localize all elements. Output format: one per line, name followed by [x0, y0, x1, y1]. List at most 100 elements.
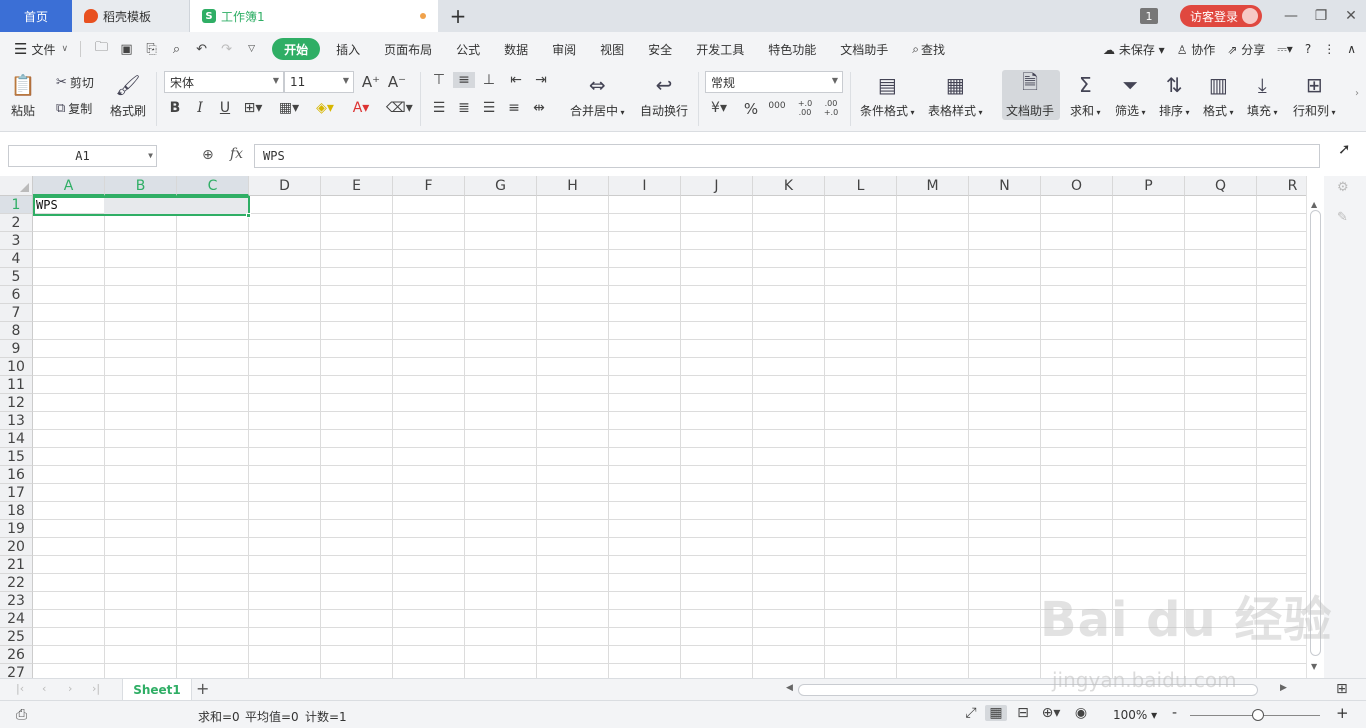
row-header-1[interactable]: 1: [0, 196, 33, 214]
scroll-right-icon[interactable]: ▶: [1280, 683, 1287, 693]
normal-view-icon[interactable]: ▦: [985, 705, 1007, 721]
rows-cols-button[interactable]: ⊞ 行和列 ▾: [1293, 72, 1336, 119]
spreadsheet-grid[interactable]: ABCDEFGHIJKLMNOPQR 1 2 3 4 5 6 7 8 9 10 11 12 13 14 15…: [0, 176, 1306, 678]
vertical-scroll-thumb[interactable]: [1310, 210, 1321, 656]
column-header-d[interactable]: D: [249, 176, 321, 196]
filter-button[interactable]: ⏷ 筛选 ▾: [1115, 72, 1146, 119]
row-header-2[interactable]: 2: [0, 214, 33, 232]
row-header-13[interactable]: 13: [0, 412, 33, 430]
window-count-badge[interactable]: 1: [1139, 8, 1158, 24]
row-header-12[interactable]: 12: [0, 394, 33, 412]
formula-input[interactable]: WPS: [254, 144, 1320, 168]
row-header-10[interactable]: 10: [0, 358, 33, 376]
indent-increase-icon[interactable]: ⇥: [530, 72, 552, 88]
export-pdf-icon[interactable]: ⎘: [139, 42, 164, 57]
cell-style-icon[interactable]: ▦▾: [278, 100, 300, 116]
font-color-icon[interactable]: A▾: [350, 100, 372, 116]
conditional-format-button[interactable]: ▤ 条件格式 ▾: [860, 72, 915, 119]
column-header-l[interactable]: L: [825, 176, 897, 196]
zoom-out-button[interactable]: -: [1172, 705, 1177, 721]
increase-decimal-button[interactable]: +.0 .00: [794, 99, 816, 117]
reading-mode-icon[interactable]: ⊕▾: [1040, 705, 1062, 721]
scroll-down-icon[interactable]: ▼: [1311, 662, 1317, 671]
tab-developer[interactable]: 开发工具: [684, 38, 756, 60]
borders-icon[interactable]: ⊞▾: [242, 100, 264, 116]
row-header-9[interactable]: 9: [0, 340, 33, 358]
tab-formulas[interactable]: 公式: [444, 38, 492, 60]
save-icon[interactable]: ▣: [114, 42, 139, 57]
increase-font-icon[interactable]: A⁺: [360, 73, 382, 91]
row-header-11[interactable]: 11: [0, 376, 33, 394]
select-cursor-icon[interactable]: ➚: [1338, 140, 1351, 158]
row-header-16[interactable]: 16: [0, 466, 33, 484]
restore-button[interactable]: ❐: [1306, 8, 1336, 24]
cell-area[interactable]: [33, 196, 1306, 678]
align-center-icon[interactable]: ≣: [453, 100, 475, 116]
column-header-g[interactable]: G: [465, 176, 537, 196]
sum-button[interactable]: Σ 求和 ▾: [1070, 72, 1101, 119]
search-button[interactable]: ⌕ 查找: [900, 38, 957, 60]
align-top-icon[interactable]: ⊤: [428, 72, 450, 88]
column-header-i[interactable]: I: [609, 176, 681, 196]
font-size-select[interactable]: 11 ▼: [284, 71, 354, 93]
column-header-n[interactable]: N: [969, 176, 1041, 196]
thousands-button[interactable]: 000: [766, 101, 788, 111]
tab-doc-helper[interactable]: 文档助手: [828, 38, 900, 60]
wrap-text-button[interactable]: ↩ 自动换行: [640, 72, 688, 119]
doc-helper-button[interactable]: 🗎 文档助手: [1006, 70, 1054, 119]
fill-handle[interactable]: [246, 213, 251, 218]
format-painter-button[interactable]: 🖌 格式刷: [110, 72, 146, 119]
row-header-6[interactable]: 6: [0, 286, 33, 304]
decrease-font-icon[interactable]: A⁻: [386, 73, 408, 91]
tab-data[interactable]: 数据: [492, 38, 540, 60]
last-sheet-icon[interactable]: ›|: [92, 682, 100, 695]
row-header-14[interactable]: 14: [0, 430, 33, 448]
tab-security[interactable]: 安全: [636, 38, 684, 60]
macro-record-icon[interactable]: ⎙: [16, 707, 27, 723]
first-sheet-icon[interactable]: |‹: [16, 682, 24, 695]
tab-workbook[interactable]: S 工作簿1: [190, 0, 438, 32]
customize-toolbar-icon[interactable]: ▽: [239, 44, 264, 54]
zoom-formula-icon[interactable]: ⊕: [202, 147, 214, 163]
column-header-h[interactable]: H: [537, 176, 609, 196]
italic-button[interactable]: I: [189, 100, 211, 116]
tab-page-layout[interactable]: 页面布局: [372, 38, 444, 60]
cut-button[interactable]: ✂ 剪切: [56, 74, 94, 91]
help-button[interactable]: ?: [1305, 42, 1311, 56]
merge-center-button[interactable]: ⇔ 合并居中 ▾: [570, 72, 625, 119]
tab-review[interactable]: 审阅: [540, 38, 588, 60]
ribbon-scroll-right-icon[interactable]: ›: [1346, 88, 1366, 99]
column-header-r[interactable]: R: [1257, 176, 1306, 196]
scroll-left-icon[interactable]: ◀: [786, 683, 793, 693]
column-header-o[interactable]: O: [1041, 176, 1113, 196]
sheet-tab-sheet1[interactable]: Sheet1: [122, 679, 192, 701]
row-header-23[interactable]: 23: [0, 592, 33, 610]
decrease-decimal-button[interactable]: .00 +.0: [820, 99, 842, 117]
new-tab-button[interactable]: +: [438, 0, 478, 32]
scroll-up-icon[interactable]: ▲: [1311, 200, 1317, 209]
horizontal-scrollbar[interactable]: ◀ ▶: [780, 683, 1300, 697]
column-header-b[interactable]: B: [105, 176, 177, 196]
row-header-7[interactable]: 7: [0, 304, 33, 322]
column-header-p[interactable]: P: [1113, 176, 1185, 196]
format-button[interactable]: ▥ 格式 ▾: [1203, 72, 1234, 119]
add-sheet-button[interactable]: +: [196, 679, 209, 698]
row-header-17[interactable]: 17: [0, 484, 33, 502]
row-header-18[interactable]: 18: [0, 502, 33, 520]
column-header-a[interactable]: A: [33, 176, 105, 196]
page-break-view-icon[interactable]: ⊟: [1012, 705, 1034, 721]
table-style-button[interactable]: ▦ 表格样式 ▾: [928, 72, 983, 119]
column-header-m[interactable]: M: [897, 176, 969, 196]
row-header-21[interactable]: 21: [0, 556, 33, 574]
justify-icon[interactable]: ≡: [503, 100, 525, 116]
column-header-q[interactable]: Q: [1185, 176, 1257, 196]
undo-icon[interactable]: ↶: [189, 42, 214, 57]
tab-features[interactable]: 特色功能: [756, 38, 828, 60]
column-header-e[interactable]: E: [321, 176, 393, 196]
collab-button[interactable]: ♙ 协作: [1177, 41, 1216, 58]
row-header-4[interactable]: 4: [0, 250, 33, 268]
zoom-slider-knob[interactable]: [1252, 709, 1264, 721]
row-header-19[interactable]: 19: [0, 520, 33, 538]
unsaved-button[interactable]: ☁ 未保存 ▾: [1103, 41, 1165, 58]
print-preview-icon[interactable]: ⌕: [164, 42, 189, 57]
